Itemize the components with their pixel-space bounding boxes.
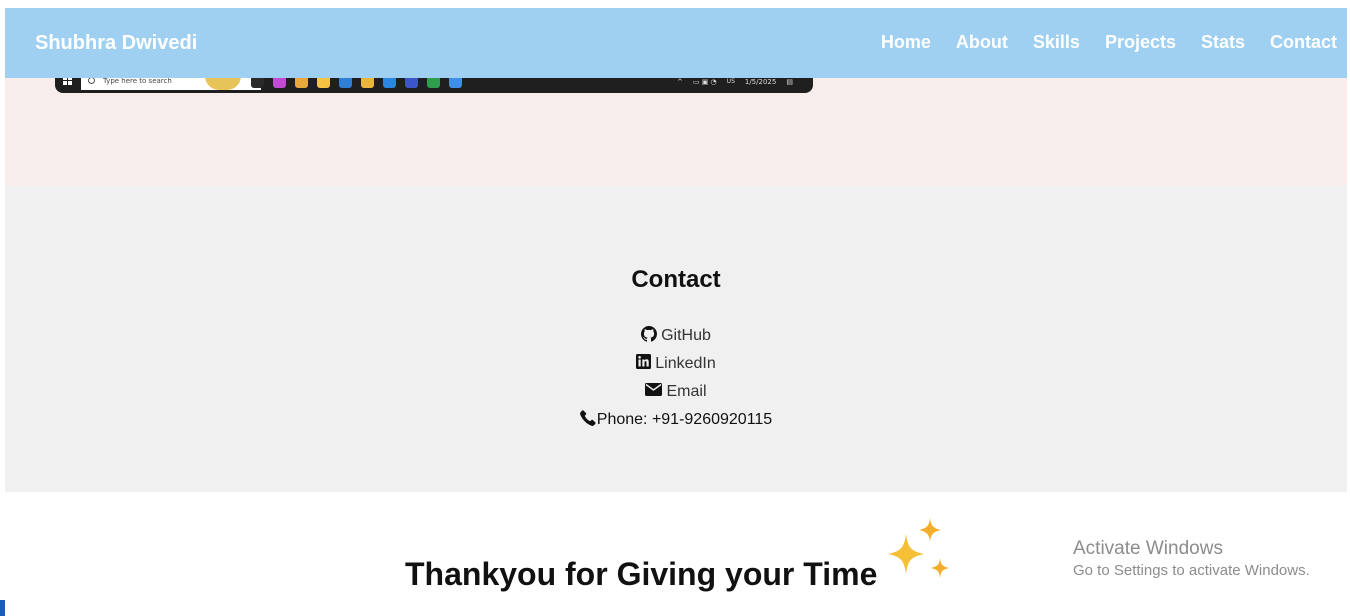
nav-links: Home About Skills Projects Stats Contact (881, 32, 1337, 53)
contact-list: GitHub LinkedIn Email Phone: +91-9260920… (5, 322, 1347, 434)
tray-language: US (726, 78, 735, 85)
contact-linkedin-link[interactable]: LinkedIn (5, 350, 1347, 378)
watermark-subtitle: Go to Settings to activate Windows. (1073, 562, 1310, 579)
sparkles-icon (888, 518, 949, 578)
search-icon (88, 77, 95, 84)
notification-icon: ▤ (786, 77, 793, 86)
contact-linkedin-label: LinkedIn (655, 355, 716, 372)
nav-link-home[interactable]: Home (881, 32, 931, 53)
linkedin-icon (636, 354, 652, 374)
taskbar-search-placeholder: Type here to search (103, 77, 172, 85)
contact-heading: Contact (631, 266, 721, 293)
contact-email-link[interactable]: Email (5, 378, 1347, 406)
window-left-edge (0, 0, 5, 616)
nav-link-contact[interactable]: Contact (1270, 32, 1337, 53)
nav-link-about[interactable]: About (956, 32, 1008, 53)
tray-date: 1/5/2025 (744, 77, 777, 86)
contact-email-label: Email (666, 383, 707, 400)
tray-chevron-icon: ^ (677, 77, 683, 86)
navbar: Shubhra Dwivedi Home About Skills Projec… (5, 8, 1347, 78)
nav-link-projects[interactable]: Projects (1105, 32, 1176, 53)
thanks-heading: Thankyou for Giving your Time (405, 556, 878, 592)
tray-status-icons: ▭ ▣ ◔ (692, 77, 717, 86)
activate-windows-watermark: Activate Windows Go to Settings to activ… (1073, 538, 1310, 579)
contact-phone: Phone: +91-9260920115 (5, 406, 1347, 434)
envelope-icon (645, 383, 663, 401)
window-left-accent (0, 600, 5, 616)
hero-section-bottom (5, 78, 1347, 186)
watermark-title: Activate Windows (1073, 538, 1223, 559)
window-top-edge (0, 0, 1350, 8)
contact-github-link[interactable]: GitHub (5, 322, 1347, 350)
contact-section: Contact GitHub LinkedIn Email Phone: +91… (5, 186, 1347, 492)
phone-icon (579, 409, 596, 431)
brand-name[interactable]: Shubhra Dwivedi (35, 32, 197, 55)
nav-link-skills[interactable]: Skills (1033, 32, 1080, 53)
contact-github-label: GitHub (661, 327, 711, 344)
contact-phone-label: Phone: +91-9260920115 (596, 411, 773, 428)
github-icon (641, 325, 658, 347)
nav-link-stats[interactable]: Stats (1201, 32, 1245, 53)
